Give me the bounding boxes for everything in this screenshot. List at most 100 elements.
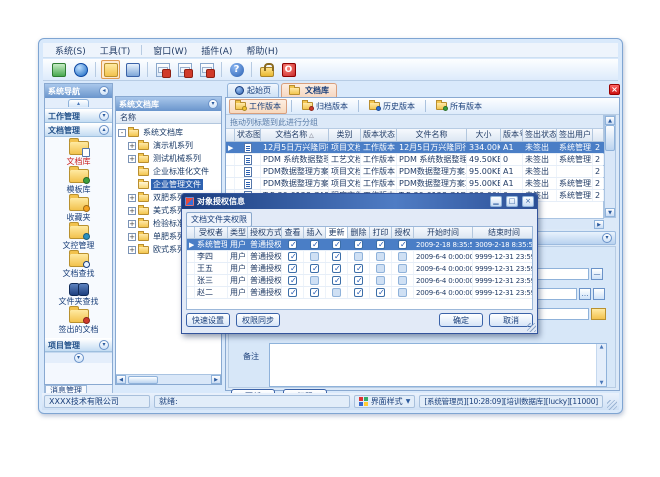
permissions-column-授权方式[interactable]: 授权方式: [248, 227, 282, 239]
dialog-resize-grip[interactable]: [527, 323, 536, 332]
sidebar-panel-工作管理[interactable]: 工作管理▾: [45, 109, 112, 123]
detail-field-button-2-icon[interactable]: [593, 288, 605, 300]
sidebar-panel-项目管理[interactable]: 项目管理▾: [45, 338, 112, 352]
tab-文档库[interactable]: 文档库: [281, 83, 337, 97]
tree-toggle-icon[interactable]: +: [128, 220, 136, 228]
menu-item-4[interactable]: 插件(A): [195, 43, 238, 58]
grid-column-版本号[interactable]: 版本号: [501, 129, 523, 142]
permissions-column-开始时间[interactable]: 开始时间: [414, 227, 473, 239]
checkbox-icon[interactable]: [376, 240, 385, 249]
checkbox-icon[interactable]: [288, 276, 297, 285]
quick-setup-button[interactable]: 快速设置: [186, 313, 230, 327]
table-row[interactable]: PDM数据整理方案2.doc项目文档工作版本PDM数据整理方案2.doc95.0…: [226, 178, 603, 190]
permission-sync-button[interactable]: 权限同步: [236, 313, 280, 327]
scroll-right-icon[interactable]: ▶: [211, 375, 221, 384]
checkbox-icon[interactable]: [376, 276, 385, 285]
remark-textarea[interactable]: ▲▼: [269, 343, 607, 387]
checkbox-icon[interactable]: [376, 252, 385, 261]
checkbox-icon[interactable]: [354, 288, 363, 297]
tree-toggle-icon[interactable]: -: [118, 129, 126, 137]
checkbox-icon[interactable]: [332, 288, 341, 297]
open-folder-button-icon[interactable]: [591, 308, 606, 320]
checkbox-icon[interactable]: [288, 240, 297, 249]
grid-group-bar[interactable]: 拖动列标题到此进行分组: [226, 115, 603, 129]
tree-column-header[interactable]: 名称: [116, 111, 221, 124]
tab-folder-permissions[interactable]: 文档文件夹权限: [186, 212, 252, 227]
permissions-column-受权者[interactable]: 受权者: [195, 227, 228, 239]
grid-column-文件名称[interactable]: 文件名称: [397, 129, 467, 142]
scroll-up-icon[interactable]: ▲: [605, 116, 615, 125]
checkbox-icon[interactable]: [288, 288, 297, 297]
grid-column-大小[interactable]: 大小: [467, 129, 501, 142]
checkbox-icon[interactable]: [376, 288, 385, 297]
checkbox-icon[interactable]: [354, 276, 363, 285]
expand-icon[interactable]: ▾: [99, 111, 109, 121]
permission-row[interactable]: 张三用户普通授权2009-6-4 0:00:009999-12-31 23:59…: [187, 275, 532, 287]
checkbox-icon[interactable]: [310, 252, 319, 261]
checkbox-icon[interactable]: [354, 264, 363, 273]
collapse-icon[interactable]: ▴: [99, 125, 109, 135]
grid-scroll-thumb[interactable]: [605, 125, 615, 151]
sidebar-scroll-down-strip[interactable]: ▾: [45, 352, 112, 363]
permission-row[interactable]: ▶系统管理员用户普通授权2009-2-18 8:35:573009-2-18 8…: [187, 239, 532, 251]
checkbox-icon[interactable]: [310, 264, 319, 273]
open-folder-button[interactable]: [101, 60, 120, 79]
tree-node-系统文档库[interactable]: -系统文档库: [118, 126, 221, 139]
ok-button[interactable]: 确定: [439, 313, 483, 327]
maximize-button-icon[interactable]: □: [506, 196, 518, 207]
tree-node-企业标准化文件[interactable]: 企业标准化文件: [118, 165, 221, 178]
checkbox-icon[interactable]: [398, 288, 407, 297]
sidebar-item-收藏夹[interactable]: 收藏夹: [45, 196, 112, 224]
scroll-right-icon[interactable]: ▶: [594, 220, 604, 229]
menu-item-1[interactable]: 系统(S): [49, 43, 92, 58]
checkbox-icon[interactable]: [398, 240, 407, 249]
sidebar-item-签出的文档[interactable]: 签出的文档: [45, 308, 112, 336]
mail-send-button[interactable]: [197, 60, 216, 79]
permissions-column-打印[interactable]: 打印: [370, 227, 392, 239]
button-归档版本[interactable]: 归档版本: [296, 99, 354, 114]
permission-row[interactable]: 赵二用户普通授权2009-6-4 0:00:009999-12-31 23:59…: [187, 287, 532, 299]
checkbox-icon[interactable]: [310, 276, 319, 285]
tree-node-演示机系列[interactable]: +演示机系列: [118, 139, 221, 152]
minimize-button-icon[interactable]: ▁: [490, 196, 502, 207]
checkbox-icon[interactable]: [398, 276, 407, 285]
tree-panel-menu-icon[interactable]: ▾: [208, 99, 218, 109]
menu-item-2[interactable]: 工具(T): [94, 43, 137, 58]
interface-style-picker[interactable]: 界面样式 ▼: [354, 395, 416, 408]
permissions-column-查看[interactable]: 查看: [282, 227, 304, 239]
exit-button[interactable]: O: [279, 60, 298, 79]
detail-collapse-icon[interactable]: ▾: [602, 233, 612, 243]
checkbox-icon[interactable]: [332, 240, 341, 249]
checkbox-icon[interactable]: [310, 288, 319, 297]
button-历史版本[interactable]: 历史版本: [363, 99, 421, 114]
tree-toggle-icon[interactable]: +: [128, 233, 136, 241]
grid-column-版本状态[interactable]: 版本状态: [361, 129, 397, 142]
tree-toggle-icon[interactable]: +: [128, 142, 136, 150]
permissions-column-授权[interactable]: 授权: [392, 227, 414, 239]
checkbox-icon[interactable]: [332, 252, 341, 261]
sidebar-item-文控管理[interactable]: 文控管理: [45, 224, 112, 252]
tree-toggle-icon[interactable]: +: [128, 246, 136, 254]
checkbox-icon[interactable]: [354, 252, 363, 261]
grid-vertical-scrollbar[interactable]: ▲ ▼: [604, 115, 616, 218]
expand-icon[interactable]: ▾: [99, 340, 109, 350]
globe-button[interactable]: [71, 60, 90, 79]
checkbox-icon[interactable]: [354, 240, 363, 249]
button-所有版本[interactable]: 所有版本: [430, 99, 488, 114]
grid-column-签出用户[interactable]: 签出用户: [557, 129, 593, 142]
grid-column-状态图[interactable]: 状态图: [235, 129, 261, 142]
checkbox-icon[interactable]: [376, 264, 385, 273]
permission-row[interactable]: 王五用户普通授权2009-6-4 0:00:009999-12-31 23:59…: [187, 263, 532, 275]
checkbox-icon[interactable]: [288, 264, 297, 273]
scroll-left-icon[interactable]: ◀: [116, 375, 126, 384]
tree-scroll-thumb[interactable]: [128, 376, 158, 384]
sidebar-item-模板库[interactable]: 模板库: [45, 168, 112, 196]
grid-column-类别[interactable]: 类别: [329, 129, 361, 142]
sidebar-collapse-icon[interactable]: ◂: [99, 86, 109, 96]
ellipsis-button-icon[interactable]: …: [579, 288, 591, 300]
checkbox-icon[interactable]: [332, 264, 341, 273]
table-row[interactable]: PDM 系统数据整理检...工艺文档工作版本PDM 系统数据整理...49.50…: [226, 154, 603, 166]
permissions-column-删除[interactable]: 删除: [348, 227, 370, 239]
sidebar-scroll-up-strip[interactable]: ▴: [45, 98, 112, 109]
checkbox-icon[interactable]: [398, 264, 407, 273]
